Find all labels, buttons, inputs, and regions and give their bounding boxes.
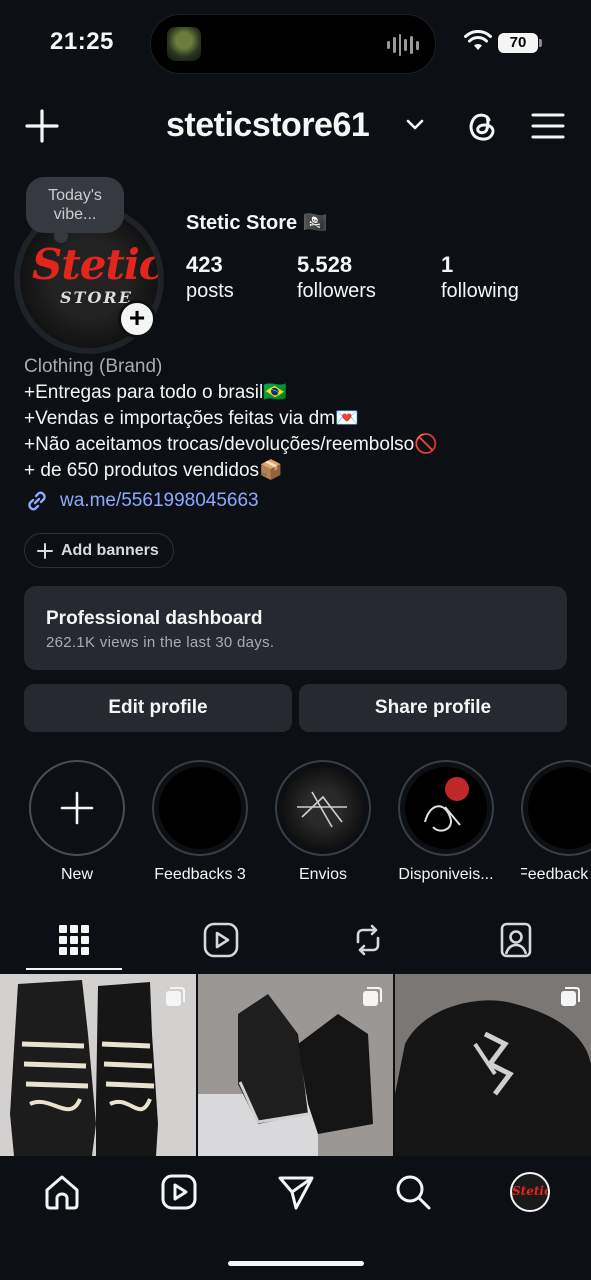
- multiple-photos-icon: [363, 987, 382, 1006]
- stat-value: 423: [186, 252, 223, 277]
- dashboard-subtitle: 262.1K views in the last 30 days.: [46, 634, 275, 651]
- highlight-cover: [405, 767, 487, 849]
- reels-icon[interactable]: [159, 1172, 199, 1212]
- highlight-item[interactable]: Disponiveis...: [398, 760, 494, 884]
- multiple-photos-icon: [561, 987, 580, 1006]
- add-story-button[interactable]: +: [118, 300, 156, 338]
- highlight-cover-art: [297, 791, 347, 828]
- threads-icon[interactable]: [465, 108, 499, 144]
- plus-icon: [37, 542, 53, 559]
- status-time: 21:25: [50, 28, 114, 55]
- multiple-photos-icon: [166, 987, 185, 1006]
- avatar-logo-subtext: STORE: [60, 288, 133, 307]
- highlight-cover: [528, 767, 591, 849]
- post-thumbnail[interactable]: [395, 974, 591, 1156]
- reposts-icon[interactable]: [348, 920, 388, 960]
- stat-followers[interactable]: 5.528 followers: [297, 252, 376, 303]
- link-icon: [28, 491, 46, 511]
- home-indicator: [228, 1261, 364, 1266]
- highlight-label: Feedbacks 3: [154, 866, 246, 883]
- professional-dashboard[interactable]: Professional dashboard 262.1K views in t…: [24, 586, 567, 670]
- highlight-circle[interactable]: [275, 760, 371, 856]
- display-name: Stetic Store 🏴‍☠️: [186, 212, 328, 234]
- stat-value: 1: [441, 252, 454, 277]
- home-icon[interactable]: [42, 1172, 82, 1212]
- bio-line: +Não aceitamos trocas/devoluções/reembol…: [24, 434, 438, 455]
- stat-posts[interactable]: 423 posts: [186, 252, 234, 303]
- chevron-down-icon[interactable]: [405, 118, 425, 132]
- profile-category[interactable]: Clothing (Brand): [24, 354, 438, 380]
- profile-tab-avatar[interactable]: Stetic: [510, 1172, 550, 1212]
- highlight-item[interactable]: Feedbacks 3: [152, 760, 248, 884]
- note-bubble[interactable]: Today's vibe...: [26, 177, 124, 233]
- share-profile-button[interactable]: Share profile: [299, 684, 567, 732]
- highlight-cover: [159, 767, 241, 849]
- stat-label: following: [441, 280, 519, 302]
- highlight-circle[interactable]: [152, 760, 248, 856]
- active-tab-indicator: [26, 968, 122, 970]
- audio-wave-icon: [387, 33, 419, 57]
- highlight-item[interactable]: Feedback: [521, 760, 591, 884]
- highlight-label: Disponiveis...: [398, 866, 494, 883]
- menu-icon[interactable]: [531, 112, 565, 140]
- highlight-label: New: [60, 866, 93, 883]
- highlight-item[interactable]: Envios: [275, 760, 371, 884]
- note-bubble-tail: [54, 229, 68, 243]
- reels-icon[interactable]: [201, 920, 241, 960]
- add-banners-label: Add banners: [61, 541, 159, 559]
- plus-icon: [60, 791, 94, 825]
- search-icon[interactable]: [393, 1172, 433, 1212]
- now-playing-thumbnail: [167, 27, 201, 61]
- dynamic-island[interactable]: [150, 14, 436, 74]
- battery-indicator: 70: [498, 33, 538, 53]
- profile-username[interactable]: steticstore61: [166, 106, 370, 145]
- avatar-logo-text: Stetic: [32, 240, 158, 289]
- highlight-new[interactable]: New: [29, 760, 125, 884]
- post-thumbnail[interactable]: [0, 974, 196, 1156]
- highlight-cover-art: [424, 777, 469, 832]
- edit-profile-button[interactable]: Edit profile: [24, 684, 292, 732]
- add-banners-button[interactable]: Add banners: [24, 533, 174, 568]
- bio-line: +Entregas para todo o brasil🇧🇷: [24, 382, 287, 403]
- stat-following[interactable]: 1 following: [441, 252, 519, 303]
- bio-line: +Vendas e importações feitas via dm💌: [24, 408, 359, 429]
- tagged-icon[interactable]: [496, 920, 536, 960]
- wifi-icon: [464, 30, 492, 50]
- highlight-circle[interactable]: [398, 760, 494, 856]
- dashboard-title: Professional dashboard: [46, 608, 263, 629]
- profile-link[interactable]: wa.me/5561998045663: [24, 488, 259, 514]
- profile-link-text[interactable]: wa.me/5561998045663: [60, 490, 259, 512]
- highlight-cover: [282, 767, 364, 849]
- highlight-label: Feedback: [521, 866, 589, 883]
- send-icon[interactable]: [276, 1172, 316, 1212]
- stat-value: 5.528: [297, 252, 353, 277]
- stat-label: followers: [297, 280, 376, 302]
- profile-bio: Clothing (Brand) +Entregas para todo o b…: [24, 354, 438, 484]
- bio-line: + de 650 produtos vendidos📦: [24, 460, 283, 481]
- battery-cap: [539, 39, 542, 47]
- highlight-label: Envios: [298, 866, 348, 883]
- create-plus-icon[interactable]: [24, 108, 60, 144]
- highlight-circle[interactable]: [521, 760, 591, 856]
- grid-icon[interactable]: [54, 920, 94, 960]
- stat-label: posts: [186, 280, 234, 302]
- post-thumbnail[interactable]: [198, 974, 393, 1156]
- highlight-new-circle[interactable]: [29, 760, 125, 856]
